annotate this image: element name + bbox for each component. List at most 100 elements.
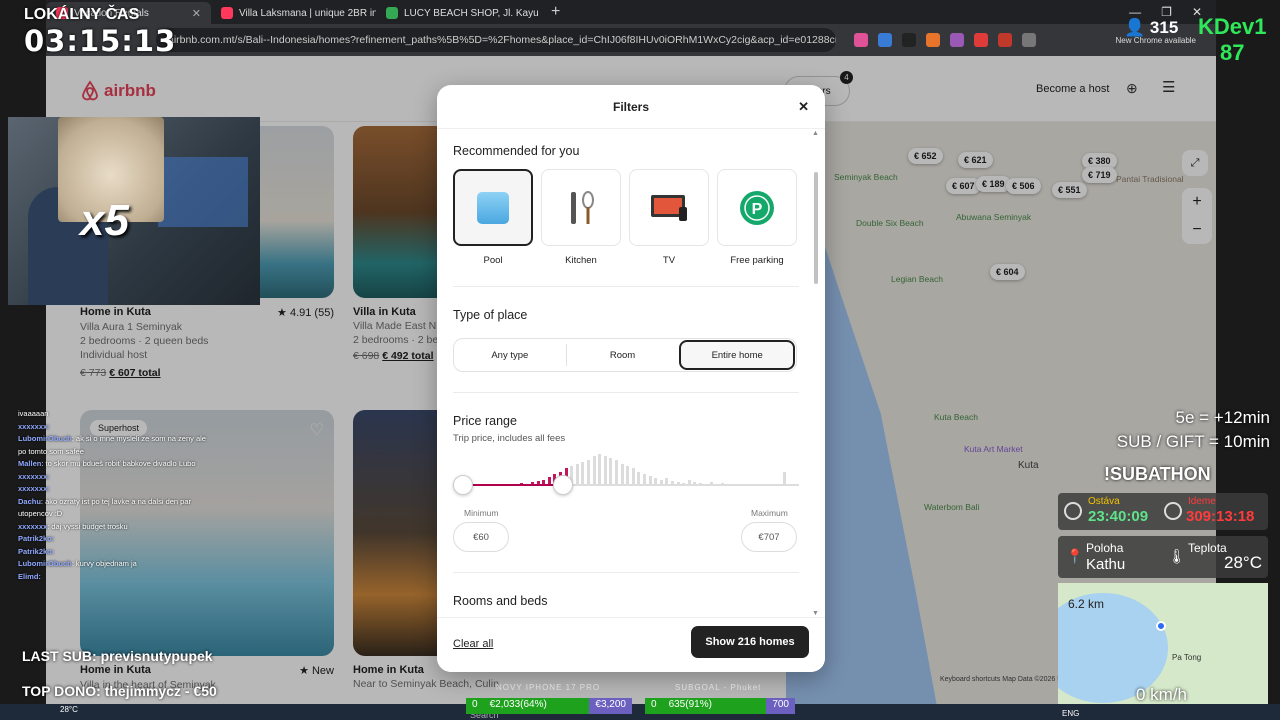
- recommended-title: Recommended for you: [453, 144, 580, 158]
- goal-start: 0: [645, 698, 663, 714]
- scroll-down-icon[interactable]: ▼: [812, 610, 819, 617]
- scroll-thumb[interactable]: [814, 172, 818, 284]
- amenity-tv[interactable]: [629, 169, 709, 246]
- scroll-up-icon[interactable]: ▲: [812, 130, 819, 137]
- kdev-number: 87: [1220, 40, 1245, 65]
- chat-username: xxxxxxx:: [18, 484, 50, 493]
- extension-icon[interactable]: [998, 33, 1012, 47]
- elapsed-label: Ideme: [1188, 496, 1216, 507]
- top-donation: TOP DONO: thejimmycz - €50: [22, 683, 217, 699]
- goal-target: €3,200: [589, 698, 632, 714]
- extension-icon[interactable]: [878, 33, 892, 47]
- price-slider-track[interactable]: [463, 484, 799, 486]
- gps-minimap: 6.2 km Pa Tong 0 km/h: [1058, 583, 1268, 708]
- elapsed-time: 309:13:18: [1186, 508, 1255, 525]
- histogram-bar: [626, 466, 630, 486]
- chat-message: Mallen: to skor mu bdueš robiť babkove d…: [18, 458, 208, 471]
- pool-icon: [477, 191, 509, 224]
- chat-username: Patrik2ko:: [18, 534, 55, 543]
- temperature-value: 28°C: [1224, 553, 1262, 572]
- viewer-count: 👤 315: [1124, 18, 1178, 38]
- close-tab-icon[interactable]: ✕: [192, 7, 201, 20]
- clear-all-button[interactable]: Clear all: [453, 638, 493, 650]
- filters-modal: Filters ✕ Recommended for you P Pool Kit…: [437, 85, 825, 672]
- modal-scrollbar[interactable]: ▲ ▼: [811, 130, 821, 617]
- amenity-kitchen[interactable]: [541, 169, 621, 246]
- type-any[interactable]: Any type: [454, 339, 566, 371]
- chat-panel: ivaaaaan xxxxxxx: LubomirObuch: ak si o mn…: [18, 408, 208, 583]
- chat-text: : daj vyssi budget trosku: [47, 521, 128, 531]
- amenity-label: TV: [662, 255, 676, 266]
- histogram-bar: [615, 460, 618, 486]
- histogram-bar: [598, 454, 602, 486]
- chat-text: : kurvy objednam ja: [71, 559, 137, 568]
- chat-username: Dachu: [18, 496, 41, 506]
- local-time: 03:15:13: [24, 24, 177, 58]
- windows-taskbar: [0, 704, 1280, 720]
- extensions-area: [854, 33, 1036, 47]
- goal-progress: 635(91%): [662, 698, 767, 714]
- price-range-subtitle: Trip price, includes all fees: [453, 433, 566, 444]
- local-time-widget: LOKÁLNY ČAS 03:15:13: [24, 6, 176, 58]
- airbnb-favicon-icon: [221, 7, 233, 19]
- chat-text: ivaaaaan: [18, 409, 49, 418]
- weather-widget[interactable]: 28°C: [60, 705, 78, 714]
- type-entire-home[interactable]: Entire home: [679, 340, 796, 370]
- kdev-widget: KDev1 87: [1198, 14, 1266, 66]
- histogram-bar: [575, 464, 579, 486]
- amenity-pool[interactable]: [453, 169, 533, 246]
- maximum-price-field[interactable]: €707: [741, 522, 797, 552]
- extension-icon[interactable]: [902, 33, 916, 47]
- price-slider-fill: [463, 484, 564, 486]
- modal-header: Filters ✕: [437, 85, 825, 129]
- location-value: Kathu: [1086, 556, 1126, 573]
- modal-body[interactable]: Recommended for you P Pool Kitchen TV Fr…: [437, 130, 809, 617]
- show-homes-button[interactable]: Show 216 homes: [691, 626, 809, 658]
- chat-message: xxxxxxx: daj vyssi budget trosku: [18, 521, 208, 534]
- location-label: Poloha: [1086, 541, 1124, 555]
- chat-message: ivaaaaan: [18, 408, 208, 421]
- chat-message: LubomirObuch: kurvy objednam ja: [18, 558, 208, 571]
- close-icon[interactable]: ✕: [798, 99, 809, 115]
- chat-username: Elimd:: [18, 571, 41, 581]
- price-histogram: [475, 452, 797, 486]
- tab-lucy-beach-shop[interactable]: LUCY BEACH SHOP, Jl. Kayu Ay ✕: [376, 2, 541, 24]
- type-of-place-title: Type of place: [453, 308, 528, 322]
- iphone-goal-bar: 0 €2,033(64%) €3,200: [466, 698, 632, 714]
- chat-username: xxxxxxx: [18, 521, 48, 531]
- url-field[interactable]: airbnb.com.mt/s/Bali--Indonesia/homes?re…: [156, 28, 836, 52]
- modal-title: Filters: [612, 99, 649, 114]
- language-indicator[interactable]: ENG: [1062, 709, 1079, 718]
- chat-message: xxxxxxx:: [18, 471, 208, 484]
- goal-target: 700: [766, 698, 795, 714]
- puzzle-icon[interactable]: [1022, 33, 1036, 47]
- extension-icon[interactable]: [854, 33, 868, 47]
- extension-icon[interactable]: [950, 33, 964, 47]
- tab-title: Villa Laksmana | unique 2BR in: [239, 7, 376, 19]
- speed-value: 0 km/h: [1136, 685, 1188, 704]
- extension-icon[interactable]: [926, 33, 940, 47]
- multiplier-label: x5: [80, 196, 129, 245]
- minimum-price-field[interactable]: €60: [453, 522, 509, 552]
- minimize-icon[interactable]: —: [1129, 5, 1141, 19]
- type-room[interactable]: Room: [567, 339, 679, 371]
- histogram-bar: [603, 456, 607, 486]
- chat-text: : ako ozraty ist po tej lavke a na dalsi…: [18, 496, 192, 519]
- chat-message: Patrik2ko:: [18, 533, 208, 546]
- restore-icon[interactable]: ❐: [1161, 5, 1172, 19]
- temperature-label: Teplota: [1188, 541, 1227, 555]
- price-min-handle[interactable]: [453, 475, 473, 495]
- type-of-place-segmented: Any type Room Entire home: [453, 338, 797, 372]
- pause-icon: [1064, 502, 1082, 520]
- price-max-handle[interactable]: [553, 475, 573, 495]
- amenity-free-parking[interactable]: P: [717, 169, 797, 246]
- extension-icon[interactable]: [974, 33, 988, 47]
- subgoal-bar: 0 635(91%) 700: [645, 698, 795, 714]
- goal-progress: €2,033(64%): [483, 698, 590, 714]
- chat-message: Elimd:: [18, 571, 208, 584]
- chat-text: : to skor mu bdueš robiť babkove divadlo…: [41, 459, 196, 468]
- new-tab-button[interactable]: +: [541, 3, 570, 21]
- last-sub-name: previsnutypupek: [100, 648, 213, 664]
- tab-villa-laksmana[interactable]: Villa Laksmana | unique 2BR in ✕: [211, 2, 376, 24]
- subathon-timer: Ostáva 23:40:09 Ideme 309:13:18: [1058, 493, 1268, 530]
